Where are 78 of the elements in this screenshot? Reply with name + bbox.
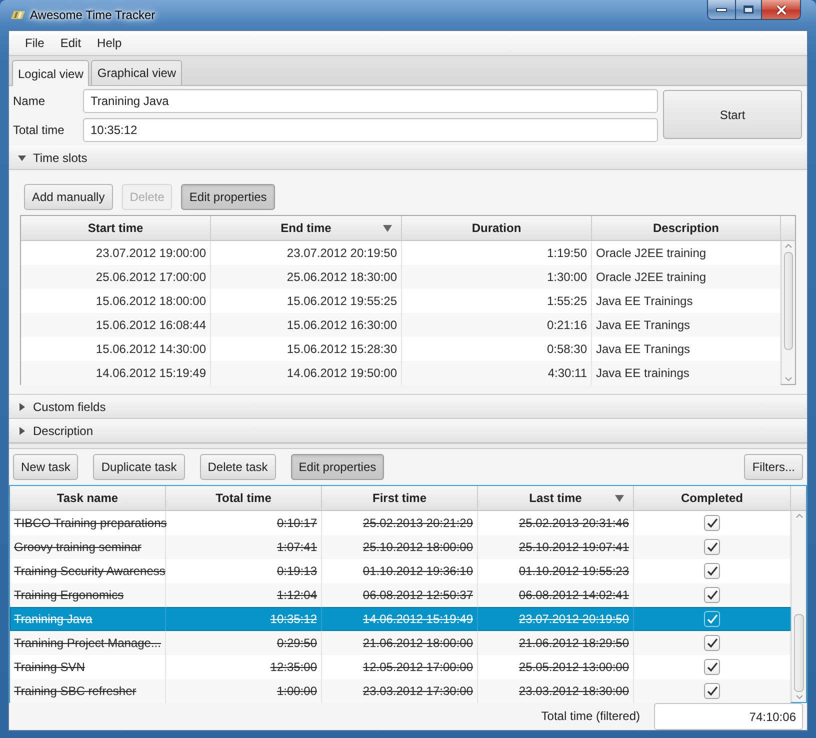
column-header[interactable]: Start time [21, 216, 211, 240]
scrollbar[interactable] [791, 511, 806, 702]
column-header[interactable]: Last time [478, 486, 634, 510]
window-title: Awesome Time Tracker [30, 8, 156, 22]
table-cell: 4:30:11 [402, 361, 592, 385]
table-row[interactable]: 14.06.2012 15:19:49 14.06.2012 19:50:00 4:30:11 Java EE trainings [21, 361, 781, 385]
table-row[interactable]: Tranining Project Manage... 0:29:50 21.06.2012 18:00:00 21.06.2012 18:29:50 [10, 631, 791, 655]
toolbar-button[interactable]: Add manually [24, 184, 113, 210]
table-row[interactable]: 25.06.2012 17:00:00 25.06.2012 18:30:00 1:30:00 Oracle J2EE training [21, 265, 781, 289]
field-label: Name [13, 94, 46, 108]
toolbar-button[interactable]: Delete task [200, 454, 276, 480]
column-header[interactable]: Total time [166, 486, 322, 510]
checkbox[interactable] [704, 635, 720, 651]
column-header[interactable]: First time [322, 486, 478, 510]
section-header[interactable]: Description [9, 419, 807, 443]
maximize-icon [743, 5, 754, 14]
maximize-button[interactable] [735, 0, 761, 20]
checkbox[interactable] [704, 563, 720, 579]
checkbox[interactable] [704, 611, 720, 627]
start-button[interactable]: Start [663, 90, 802, 139]
close-button[interactable] [761, 0, 801, 20]
checkmark-icon [706, 518, 718, 528]
filters-button[interactable]: Filters... [744, 454, 803, 480]
sort-arrow-icon [383, 225, 392, 232]
checkmark-icon [706, 566, 718, 576]
minimize-button[interactable] [707, 0, 735, 20]
checkbox[interactable] [704, 683, 720, 699]
checkmark-icon [706, 638, 718, 648]
total-time-field[interactable]: 74:10:06 [654, 703, 803, 730]
chevron-up-icon[interactable] [796, 514, 802, 518]
table-row[interactable]: Training SBC refresher 1:00:00 23.03.2012 17:30:00 23.03.2012 18:30:00 [10, 679, 791, 703]
footer-label: Total time (filtered) [541, 709, 640, 723]
menu-item[interactable]: Help [89, 32, 130, 54]
table-cell: 1:00:00 [166, 679, 322, 703]
table-cell: Training SBC refresher [10, 679, 166, 703]
tab[interactable]: Graphical view [91, 60, 182, 85]
field-label: Total time [13, 123, 66, 137]
checkbox[interactable] [704, 659, 720, 675]
text-field[interactable]: Tranining Java [82, 89, 658, 113]
minimize-icon [716, 8, 727, 12]
toolbar-button[interactable]: Duplicate task [93, 454, 185, 480]
text-field[interactable]: 10:35:12 [82, 118, 658, 142]
toolbar-button[interactable]: New task [13, 454, 78, 480]
checkmark-icon [706, 662, 718, 672]
table-row[interactable]: 15.06.2012 16:08:44 15.06.2012 16:30:00 0:21:16 Java EE Tranings [21, 313, 781, 337]
table-cell: 14.06.2012 19:50:00 [211, 361, 402, 385]
column-header[interactable]: Description [592, 216, 781, 240]
checkmark-icon [706, 542, 718, 552]
close-icon [776, 4, 786, 14]
checkmark-icon [706, 590, 718, 600]
column-header[interactable]: Completed [634, 486, 791, 510]
column-header[interactable]: End time [211, 216, 402, 240]
table-cell: 14.06.2012 15:19:49 [21, 361, 211, 385]
chevron-up-icon[interactable] [785, 244, 792, 248]
toolbar-button[interactable]: Edit properties [290, 454, 384, 480]
checkmark-icon [706, 614, 718, 624]
chevron-down-icon[interactable] [796, 695, 802, 699]
section-header[interactable]: Custom fields [9, 395, 807, 419]
scrollbar-thumb[interactable] [794, 614, 804, 692]
menu-item[interactable]: File [17, 32, 52, 54]
column-header[interactable]: Duration [402, 216, 592, 240]
checkmark-icon [706, 686, 718, 696]
sort-arrow-icon [615, 495, 624, 502]
chevron-down-icon[interactable] [785, 377, 792, 381]
scrollbar[interactable] [781, 241, 795, 384]
menu-item[interactable]: Edit [52, 32, 90, 54]
table-cell: 23.03.2012 18:30:00 [478, 679, 634, 703]
toolbar-button[interactable]: Edit properties [181, 184, 275, 210]
table-cell: 23.03.2012 17:30:00 [322, 679, 478, 703]
section-header[interactable]: Time slots [9, 146, 807, 170]
checkbox[interactable] [704, 587, 720, 603]
table-row[interactable]: Groovy training seminar 1:07:41 25.10.2012 18:00:00 25.10.2012 19:07:41 [10, 535, 791, 559]
checkbox[interactable] [704, 539, 720, 555]
scrollbar-thumb[interactable] [784, 252, 793, 350]
checkbox[interactable] [704, 515, 720, 531]
tab[interactable]: Logical view [12, 60, 90, 86]
table-row[interactable]: Training Ergonomics 1:12:04 06.08.2012 12:50:37 06.08.2012 14:02:41 [10, 583, 791, 607]
column-header[interactable]: Task name [10, 486, 166, 510]
